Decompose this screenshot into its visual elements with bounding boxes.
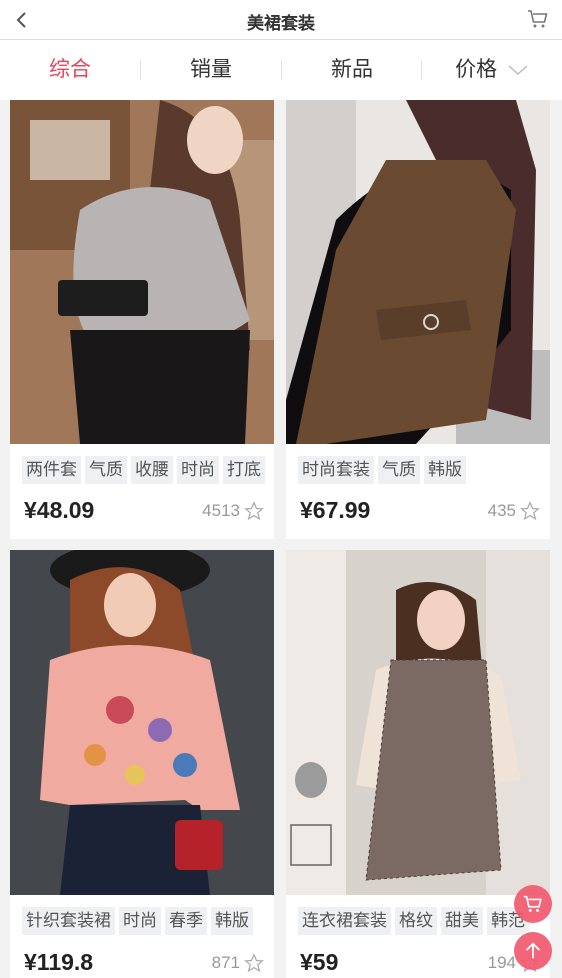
product-image[interactable]	[10, 100, 274, 444]
tag: 打底	[223, 456, 265, 484]
cart-icon[interactable]	[526, 7, 550, 31]
sales-count: 435	[487, 501, 516, 520]
sort-bar: 综合 销量 新品 价格	[0, 40, 562, 100]
price: ¥59	[300, 949, 339, 975]
price: ¥67.99	[300, 497, 371, 523]
sales-count: 871	[211, 953, 240, 972]
star-icon[interactable]	[244, 953, 264, 973]
product-image[interactable]	[286, 100, 550, 444]
sales-count: 194	[487, 953, 516, 972]
floating-cart-button[interactable]	[514, 885, 552, 923]
price: ¥48.09	[24, 497, 95, 523]
arrow-up-icon	[525, 942, 541, 959]
tag: 甜美	[441, 907, 483, 935]
price: ¥119.8	[24, 949, 94, 975]
tag: 春季	[165, 907, 207, 935]
tag: 韩版	[424, 456, 466, 484]
tag: 连衣裙套装	[298, 907, 391, 935]
tag: 气质	[85, 456, 127, 484]
tab-new[interactable]: 新品	[282, 40, 422, 100]
tag-list: 针织套装裙 时尚 春季 韩版	[22, 907, 253, 935]
back-to-top-button[interactable]	[514, 932, 552, 970]
product-card[interactable]: 两件套 气质 收腰 时尚 打底 ¥48.09 4513	[10, 100, 274, 539]
tag: 气质	[378, 456, 420, 484]
tag: 收腰	[131, 456, 173, 484]
tag: 两件套	[22, 456, 81, 484]
tag: 时尚	[177, 456, 219, 484]
sales-count: 4513	[202, 501, 240, 520]
product-image[interactable]	[286, 550, 550, 895]
tag: 针织套装裙	[22, 907, 115, 935]
tag-list: 两件套 气质 收腰 时尚 打底	[22, 456, 265, 484]
cart-icon	[523, 895, 542, 912]
star-icon[interactable]	[520, 501, 540, 521]
tab-comprehensive[interactable]: 综合	[0, 40, 140, 100]
chevron-down-icon	[508, 65, 528, 76]
tag: 韩版	[211, 907, 253, 935]
tag-list: 连衣裙套装 格纹 甜美 韩范	[298, 907, 529, 935]
product-card[interactable]: 时尚套装 气质 韩版 ¥67.99 435	[286, 100, 550, 539]
star-icon[interactable]	[244, 501, 264, 521]
tag: 时尚	[119, 907, 161, 935]
product-image[interactable]	[10, 550, 274, 895]
tag-list: 时尚套装 气质 韩版	[298, 456, 466, 484]
tag: 格纹	[395, 907, 437, 935]
tab-price[interactable]: 价格	[422, 40, 562, 100]
tag: 时尚套装	[298, 456, 374, 484]
product-card[interactable]: 针织套装裙 时尚 春季 韩版 ¥119.8 871	[10, 550, 274, 978]
top-nav-bar: 美裙套装	[0, 0, 562, 40]
tab-sales[interactable]: 销量	[141, 40, 281, 100]
product-card[interactable]: 连衣裙套装 格纹 甜美 韩范 ¥59 194	[286, 550, 550, 978]
page-title: 美裙套装	[247, 14, 315, 33]
